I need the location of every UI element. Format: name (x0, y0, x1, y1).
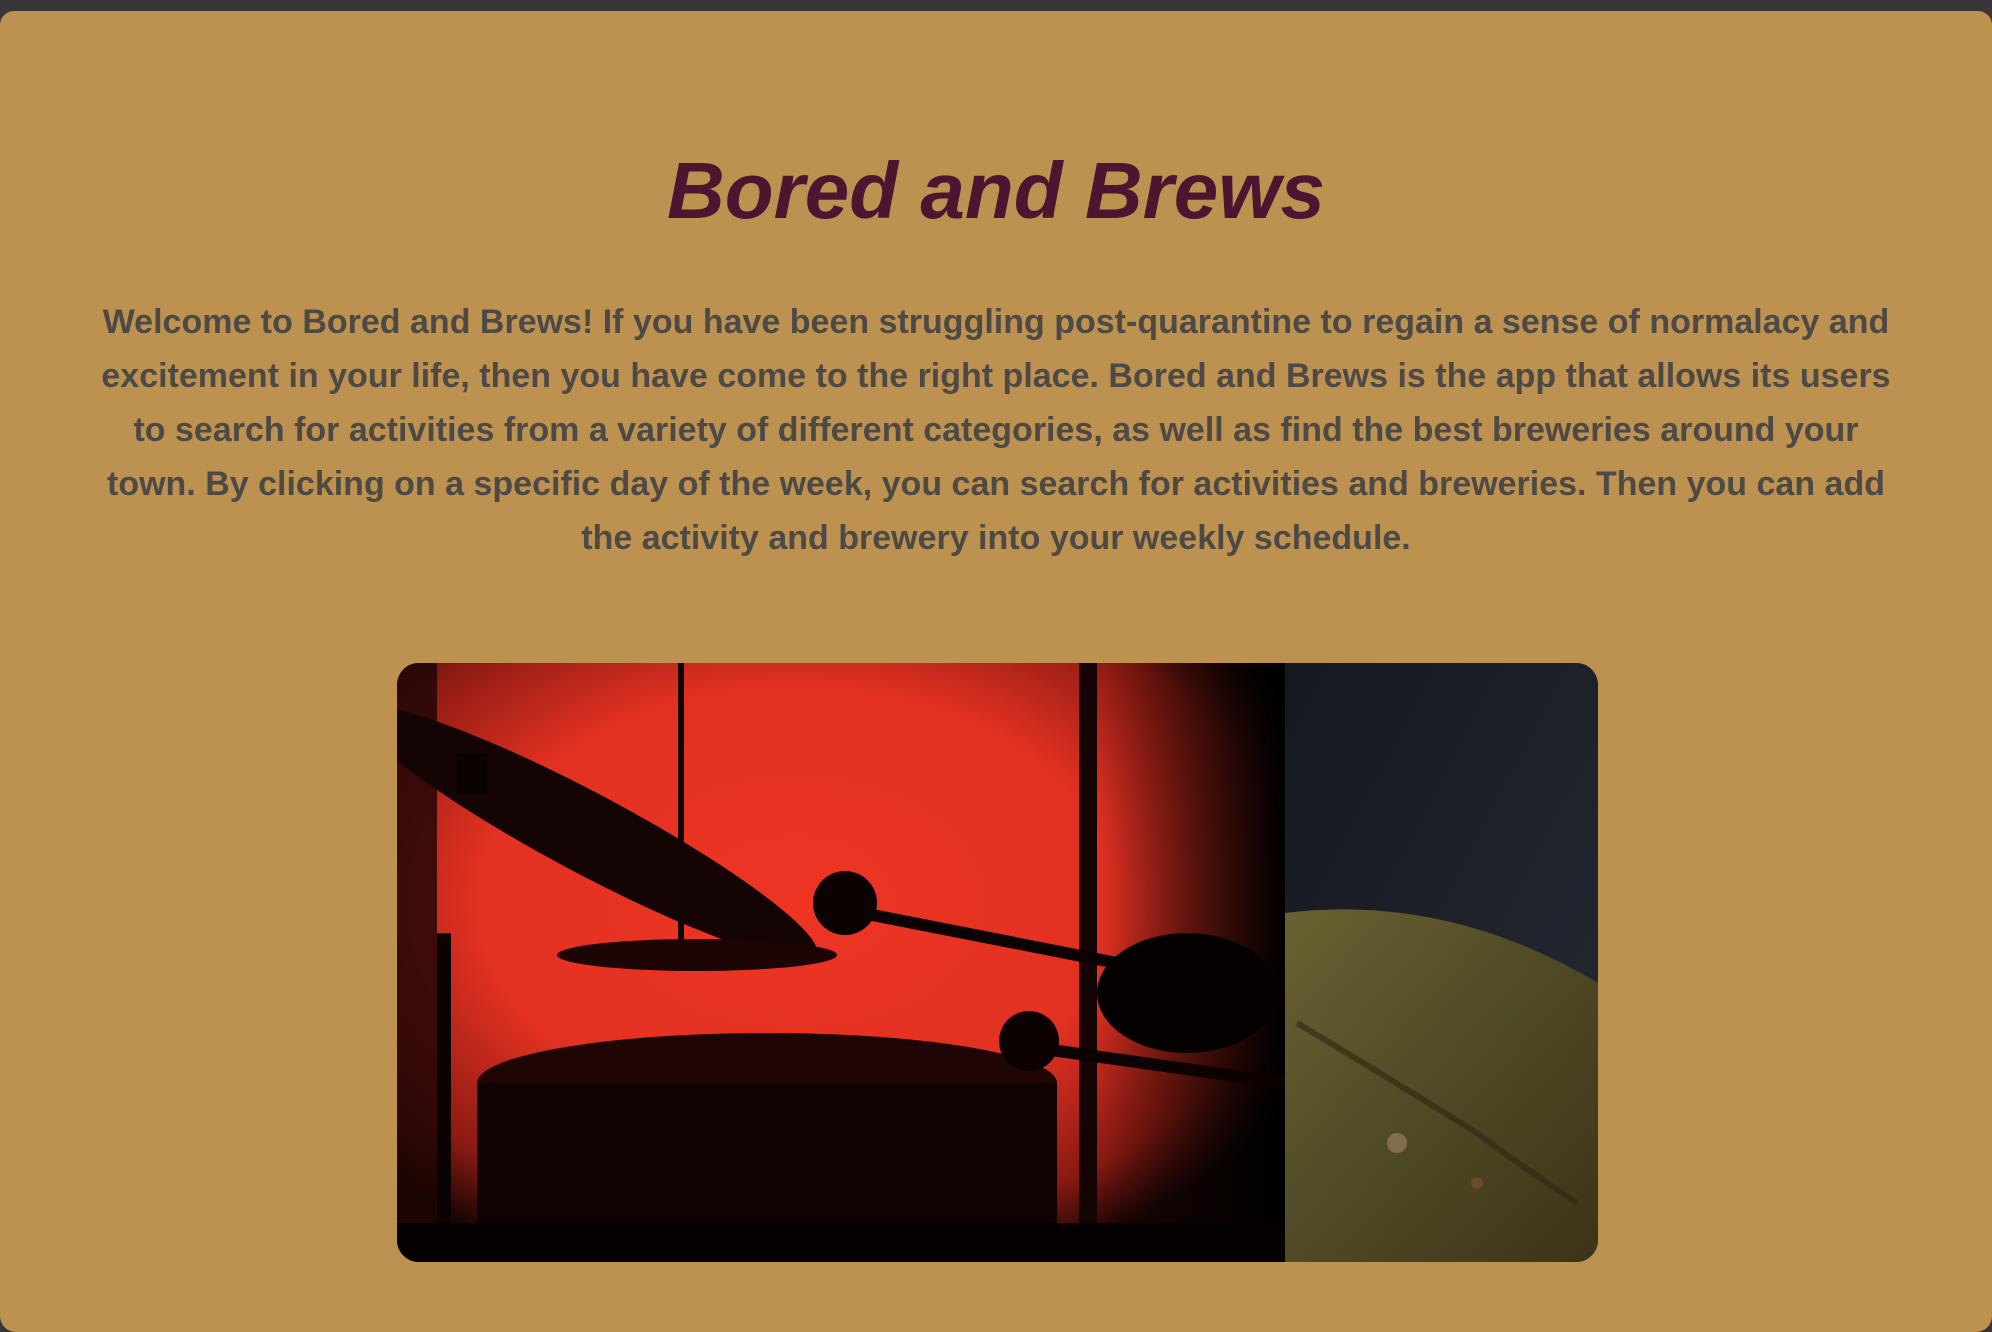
page-title: Bored and Brews (667, 146, 1325, 235)
page-container: Bored and Brews Welcome to Bored and Bre… (0, 11, 1992, 1332)
hero-image-carousel[interactable] (397, 663, 1598, 1262)
window-top-bar (0, 0, 1992, 11)
brass-cymbal-photo (1285, 663, 1598, 1262)
drummer-silhouette-photo (397, 663, 1286, 1262)
hero-image (397, 663, 1598, 1262)
intro-paragraph: Welcome to Bored and Brews! If you have … (101, 303, 1891, 557)
